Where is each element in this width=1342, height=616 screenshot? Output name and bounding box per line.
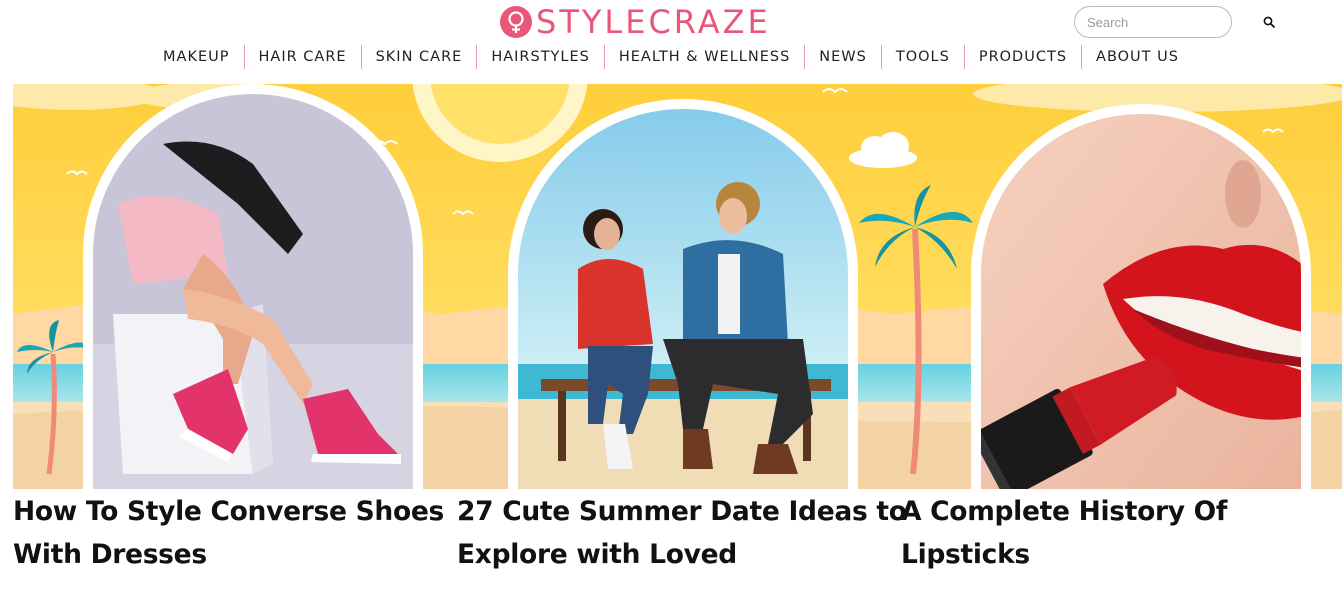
site-logo[interactable]: STYLECRAZE bbox=[500, 4, 771, 40]
nav-item-tools[interactable]: TOOLS bbox=[882, 45, 964, 69]
female-symbol-icon bbox=[500, 6, 532, 38]
nav-item-about-us[interactable]: ABOUT US bbox=[1082, 45, 1193, 69]
article-title-summer-date[interactable]: 27 Cute Summer Date Ideas to Explore wit… bbox=[457, 490, 907, 576]
search-box[interactable] bbox=[1074, 6, 1275, 38]
article-title-lipsticks[interactable]: A Complete History Of Lipsticks bbox=[901, 490, 1261, 576]
nav-item-hairstyles[interactable]: HAIRSTYLES bbox=[477, 45, 604, 69]
article-title-converse[interactable]: How To Style Converse Shoes With Dresses bbox=[13, 490, 453, 576]
nav-item-health-wellness[interactable]: HEALTH & WELLNESS bbox=[605, 45, 804, 69]
search-input[interactable] bbox=[1087, 14, 1263, 30]
main-nav: MAKEUP HAIR CARE SKIN CARE HAIRSTYLES HE… bbox=[0, 44, 1342, 70]
nav-item-skin-care[interactable]: SKIN CARE bbox=[362, 45, 477, 69]
nav-item-news[interactable]: NEWS bbox=[805, 45, 881, 69]
hero-banner[interactable] bbox=[13, 84, 1342, 489]
article-titles: How To Style Converse Shoes With Dresses… bbox=[13, 490, 1342, 610]
nav-item-makeup[interactable]: MAKEUP bbox=[149, 45, 243, 69]
search-icon[interactable] bbox=[1263, 15, 1275, 29]
site-header: STYLECRAZE MAKEUP HAIR CARE SKIN CARE HA… bbox=[0, 0, 1342, 84]
article-image-converse bbox=[93, 94, 413, 489]
nav-item-hair-care[interactable]: HAIR CARE bbox=[245, 45, 361, 69]
nav-item-products[interactable]: PRODUCTS bbox=[965, 45, 1081, 69]
logo-wordmark: STYLECRAZE bbox=[536, 3, 771, 41]
